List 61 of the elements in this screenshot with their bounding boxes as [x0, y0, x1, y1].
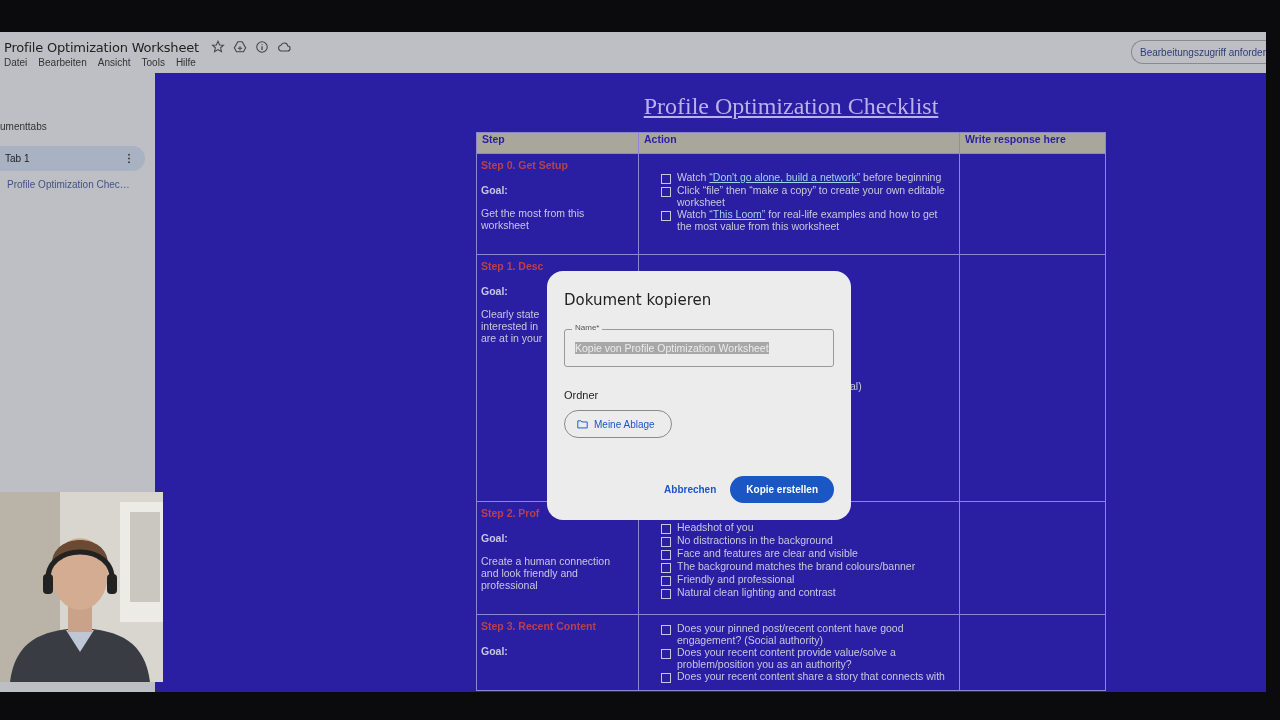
goal-label: Goal: — [481, 184, 508, 196]
step-title: Step 2. Prof — [481, 507, 540, 519]
checkbox[interactable] — [661, 673, 671, 684]
checklist-item-text: Natural clean lighting and contrast — [677, 587, 837, 599]
goal-label: Goal: — [481, 645, 508, 657]
goal-text: Clearly state interested in are at in your — [481, 308, 543, 345]
step-title: Step 1. Desc — [481, 260, 544, 272]
folder-icon — [577, 419, 588, 429]
column-header: Step — [476, 132, 639, 154]
step-title: Step 0. Get Setup — [481, 159, 568, 171]
outline-item[interactable]: Profile Optimization Chec… — [7, 179, 130, 190]
cancel-button[interactable]: Abbrechen — [658, 484, 723, 495]
video-link[interactable]: “Don't go alone, build a network” — [709, 171, 861, 183]
checkbox[interactable] — [661, 211, 671, 222]
document-title[interactable]: Profile Optimization Worksheet — [4, 39, 199, 55]
info-icon[interactable] — [254, 40, 269, 54]
goal-text: Create a human connection and look friendly and professional — [481, 555, 610, 592]
menu-item[interactable]: Ansicht — [97, 57, 131, 68]
checklist-item-text: Does your pinned post/recent content have good engagement? (Social authority) — [677, 623, 905, 647]
checklist-item-text: The background matches the brand colours/banner — [677, 561, 917, 573]
more-icon[interactable] — [127, 153, 131, 164]
page-heading[interactable]: Profile Optimization Checklist — [643, 93, 939, 120]
checkbox[interactable] — [661, 625, 671, 635]
step-title: Step 3. Recent Content — [481, 620, 596, 632]
checkbox[interactable] — [661, 174, 671, 184]
cloud-icon[interactable] — [276, 40, 291, 54]
checkbox[interactable] — [661, 563, 671, 573]
document-tab[interactable]: Tab 1 — [0, 146, 145, 171]
checkbox[interactable] — [661, 524, 671, 534]
checklist-item-text: Face and features are clear and visible — [677, 548, 859, 560]
goal-text: Get the most from this worksheet — [481, 207, 585, 232]
checkbox[interactable] — [661, 187, 671, 197]
checkbox[interactable] — [661, 576, 671, 586]
checklist-item-text: al) — [850, 381, 863, 393]
column-header: Write response here — [959, 132, 1106, 154]
checkbox[interactable] — [661, 649, 671, 660]
checklist-item-text: Does your recent content provide value/solve a problem/position you as an authority? — [677, 647, 897, 671]
triangle-icon[interactable] — [232, 40, 247, 54]
checklist-item-text: Headshot of you — [677, 522, 755, 534]
checkbox[interactable] — [661, 537, 671, 547]
star-icon[interactable] — [210, 40, 225, 54]
create-copy-button[interactable]: Kopie erstellen — [730, 476, 834, 503]
checkbox[interactable] — [661, 550, 671, 560]
goal-label: Goal: — [481, 285, 508, 297]
checklist-item-text: Friendly and professional — [677, 574, 796, 586]
folder-label: Ordner — [564, 389, 599, 401]
video-link[interactable]: “This Loom” — [709, 208, 766, 221]
tab-label: Tab 1 — [5, 153, 30, 164]
column-header: Action — [638, 132, 960, 154]
dialog-title: Dokument kopieren — [564, 291, 712, 309]
menu-item[interactable]: Bearbeiten — [38, 57, 87, 68]
menu-item[interactable]: Datei — [4, 57, 28, 68]
menu-item[interactable]: Hilfe — [175, 57, 196, 68]
sidebar-heading: umenttabs — [0, 121, 47, 132]
menu-item[interactable]: Tools — [141, 57, 165, 68]
goal-label: Goal: — [481, 532, 508, 544]
checklist-item-text: Does your recent content share a story that connects with — [677, 671, 946, 683]
checklist-item-text: No distractions in the background — [677, 535, 834, 547]
checklist-item-text: Watch “This Loom” for real-life examples and how to get the most value from this worksheet — [677, 209, 939, 233]
checkbox[interactable] — [661, 589, 671, 599]
checklist-item-text: Watch “Don't go alone, build a network” before beginning — [677, 172, 943, 184]
